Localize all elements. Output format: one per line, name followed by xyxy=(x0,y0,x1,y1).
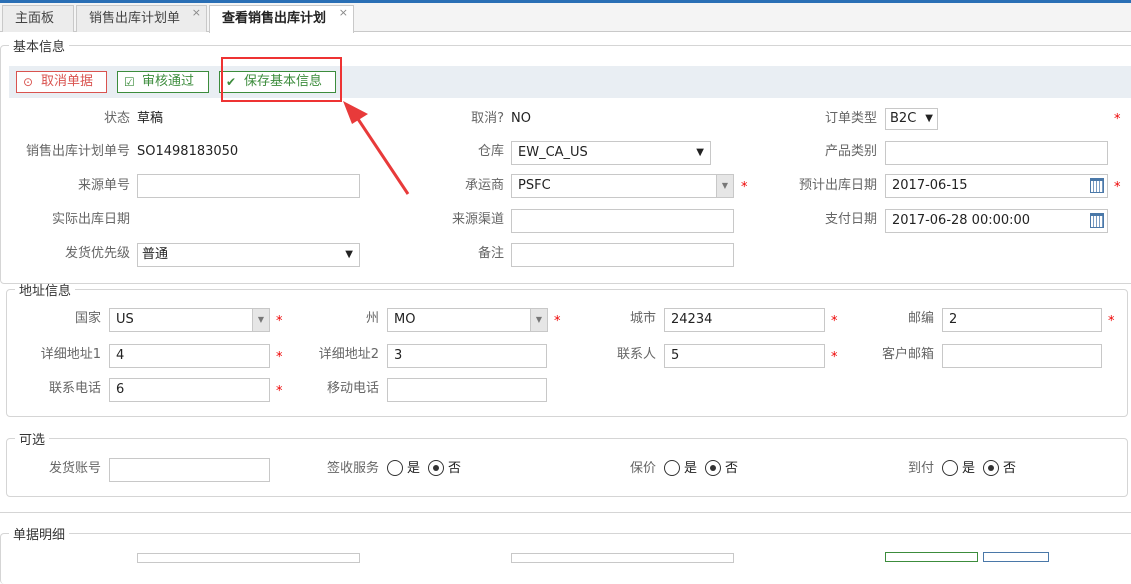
radio-label: 否 xyxy=(725,461,739,476)
radio-label: 否 xyxy=(448,461,462,476)
required-mark: * xyxy=(831,314,838,329)
dropdown-arrow-icon: ▼ xyxy=(925,113,933,124)
account-label: 发货账号 xyxy=(48,461,101,476)
cancelled-value: NO xyxy=(511,111,531,126)
required-mark: * xyxy=(554,314,561,329)
carrier-combo[interactable]: PSFC ▼ xyxy=(511,174,734,198)
required-mark: * xyxy=(276,314,283,329)
dropdown-arrow-icon[interactable]: ▼ xyxy=(716,175,733,197)
warehouse-select[interactable]: EW_CA_US ▼ xyxy=(511,141,711,165)
pay-date-input[interactable]: 2017-06-28 00:00:00 xyxy=(885,209,1108,233)
country-combo[interactable]: US ▼ xyxy=(109,308,270,332)
city-input[interactable]: 24234 xyxy=(664,308,825,332)
insurance-no-radio[interactable] xyxy=(705,460,721,476)
remark-label: 备注 xyxy=(477,246,504,261)
carrier-label: 承运商 xyxy=(464,178,504,193)
dropdown-arrow-icon: ▼ xyxy=(696,147,704,158)
calendar-icon[interactable] xyxy=(1090,213,1104,228)
cod-label: 到付 xyxy=(907,461,934,476)
product-type-label: 产品类别 xyxy=(824,144,877,159)
mobile-input[interactable] xyxy=(387,378,547,402)
insurance-yes-radio[interactable] xyxy=(664,460,680,476)
mobile-label: 移动电话 xyxy=(326,381,379,396)
email-input[interactable] xyxy=(942,344,1102,368)
sign-service-no-radio[interactable] xyxy=(428,460,444,476)
warehouse-label: 仓库 xyxy=(477,144,504,159)
required-mark: * xyxy=(276,350,283,365)
account-input[interactable] xyxy=(109,458,270,482)
source-no-input[interactable] xyxy=(137,174,360,198)
detail-filter-input[interactable] xyxy=(511,553,734,563)
pay-date-label: 支付日期 xyxy=(824,212,877,227)
actual-date-label: 实际出库日期 xyxy=(51,212,130,227)
state-combo[interactable]: MO ▼ xyxy=(387,308,548,332)
detail-filter-input[interactable] xyxy=(137,553,360,563)
radio-label: 是 xyxy=(407,461,421,476)
radio-label: 否 xyxy=(1003,461,1017,476)
address1-input[interactable]: 4 xyxy=(109,344,270,368)
radio-label: 是 xyxy=(684,461,698,476)
phone-label: 联系电话 xyxy=(48,381,101,396)
plan-no-label: 销售出库计划单号 xyxy=(25,144,130,159)
plan-no-value: SO1498183050 xyxy=(137,144,239,159)
order-type-select[interactable]: B2C ▼ xyxy=(885,108,938,130)
city-label: 城市 xyxy=(629,311,656,326)
status-label: 状态 xyxy=(103,111,130,126)
divider xyxy=(0,512,1131,513)
priority-label: 发货优先级 xyxy=(64,246,130,261)
required-mark: * xyxy=(1114,112,1121,127)
sign-service-label: 签收服务 xyxy=(326,461,379,476)
dropdown-arrow-icon: ▼ xyxy=(345,249,353,260)
phone-input[interactable]: 6 xyxy=(109,378,270,402)
address2-label: 详细地址2 xyxy=(318,347,379,362)
cod-no-radio[interactable] xyxy=(983,460,999,476)
zip-label: 邮编 xyxy=(907,311,934,326)
source-no-label: 来源单号 xyxy=(77,178,130,193)
sign-service-yes-radio[interactable] xyxy=(387,460,403,476)
zip-input[interactable]: 2 xyxy=(942,308,1102,332)
channel-input[interactable] xyxy=(511,209,734,233)
calendar-icon[interactable] xyxy=(1090,178,1104,193)
address2-input[interactable]: 3 xyxy=(387,344,547,368)
dropdown-arrow-icon[interactable]: ▼ xyxy=(530,309,547,331)
email-label: 客户邮箱 xyxy=(881,347,934,362)
required-mark: * xyxy=(276,384,283,399)
est-date-input[interactable]: 2017-06-15 xyxy=(885,174,1108,198)
remark-input[interactable] xyxy=(511,243,734,267)
radio-label: 是 xyxy=(962,461,976,476)
required-mark: * xyxy=(1108,314,1115,329)
address1-label: 详细地址1 xyxy=(40,347,101,362)
priority-select[interactable]: 普通 ▼ xyxy=(137,243,360,267)
detail-action-button[interactable] xyxy=(983,552,1049,562)
status-value: 草稿 xyxy=(137,111,164,126)
product-type-input[interactable] xyxy=(885,141,1108,165)
est-date-label: 预计出库日期 xyxy=(798,178,877,193)
required-mark: * xyxy=(1114,180,1121,195)
state-label: 州 xyxy=(365,311,379,326)
insurance-label: 保价 xyxy=(629,461,656,476)
channel-label: 来源渠道 xyxy=(451,212,504,227)
contact-label: 联系人 xyxy=(616,347,656,362)
required-mark: * xyxy=(831,350,838,365)
order-type-label: 订单类型 xyxy=(824,111,877,126)
cancelled-label: 取消? xyxy=(471,111,504,126)
country-label: 国家 xyxy=(74,311,101,326)
dropdown-arrow-icon[interactable]: ▼ xyxy=(252,309,269,331)
required-mark: * xyxy=(741,180,748,195)
detail-action-button[interactable] xyxy=(885,552,978,562)
cod-yes-radio[interactable] xyxy=(942,460,958,476)
contact-input[interactable]: 5 xyxy=(664,344,825,368)
